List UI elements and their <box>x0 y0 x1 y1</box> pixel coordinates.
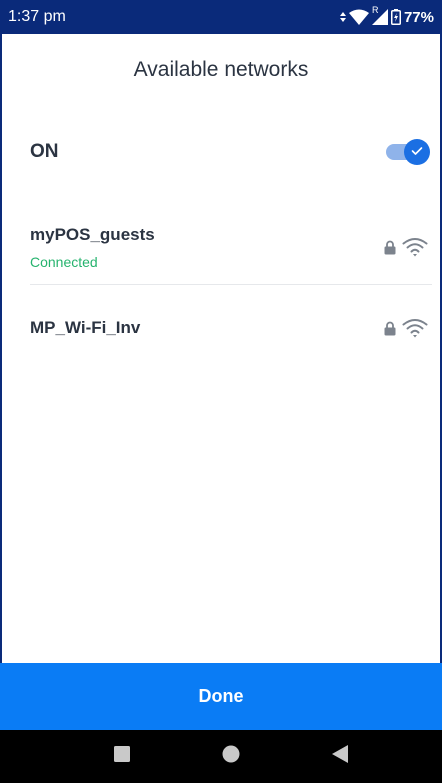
network-name: MP_Wi-Fi_Inv <box>30 318 141 337</box>
wifi-icon <box>402 318 428 338</box>
recents-button[interactable] <box>92 730 152 783</box>
status-icons: R 77% <box>339 5 434 26</box>
roaming-indicator: R <box>371 5 379 15</box>
lock-icon <box>384 240 396 255</box>
battery-percent: 77% <box>403 8 434 26</box>
wifi-signal-icon <box>348 9 369 25</box>
check-icon <box>411 143 423 161</box>
wifi-toggle-row: ON <box>30 130 432 174</box>
wifi-toggle-switch[interactable] <box>386 139 430 165</box>
network-name: myPOS_guests <box>30 224 155 244</box>
status-time: 1:37 pm <box>8 8 66 25</box>
back-triangle-icon <box>332 745 348 768</box>
network-status: Connected <box>30 253 98 270</box>
home-circle-icon <box>222 745 240 768</box>
lock-icon <box>384 321 396 336</box>
status-bar: 1:37 pm R 77% <box>0 0 442 34</box>
battery-icon <box>390 9 401 25</box>
nav-bar <box>0 730 442 783</box>
data-activity-icon <box>339 12 346 22</box>
toggle-thumb <box>404 139 430 165</box>
wifi-icon <box>402 237 428 257</box>
network-icons <box>384 237 428 257</box>
cellular-signal-icon: R <box>371 5 388 25</box>
network-item-mypos-guests[interactable]: myPOS_guests Connected <box>30 210 432 285</box>
network-icons <box>384 318 428 338</box>
network-text: MP_Wi-Fi_Inv <box>30 318 140 338</box>
frame-border-left <box>0 34 2 730</box>
page-title: Available networks <box>133 58 309 81</box>
home-button[interactable] <box>201 730 261 783</box>
done-button[interactable]: Done <box>0 663 442 730</box>
network-item-mp-wi-fi-inv[interactable]: MP_Wi-Fi_Inv <box>30 300 432 356</box>
recents-square-icon <box>114 746 130 767</box>
wifi-toggle-label: ON <box>30 141 59 162</box>
network-text: myPOS_guests Connected <box>30 225 155 270</box>
back-button[interactable] <box>310 730 370 783</box>
